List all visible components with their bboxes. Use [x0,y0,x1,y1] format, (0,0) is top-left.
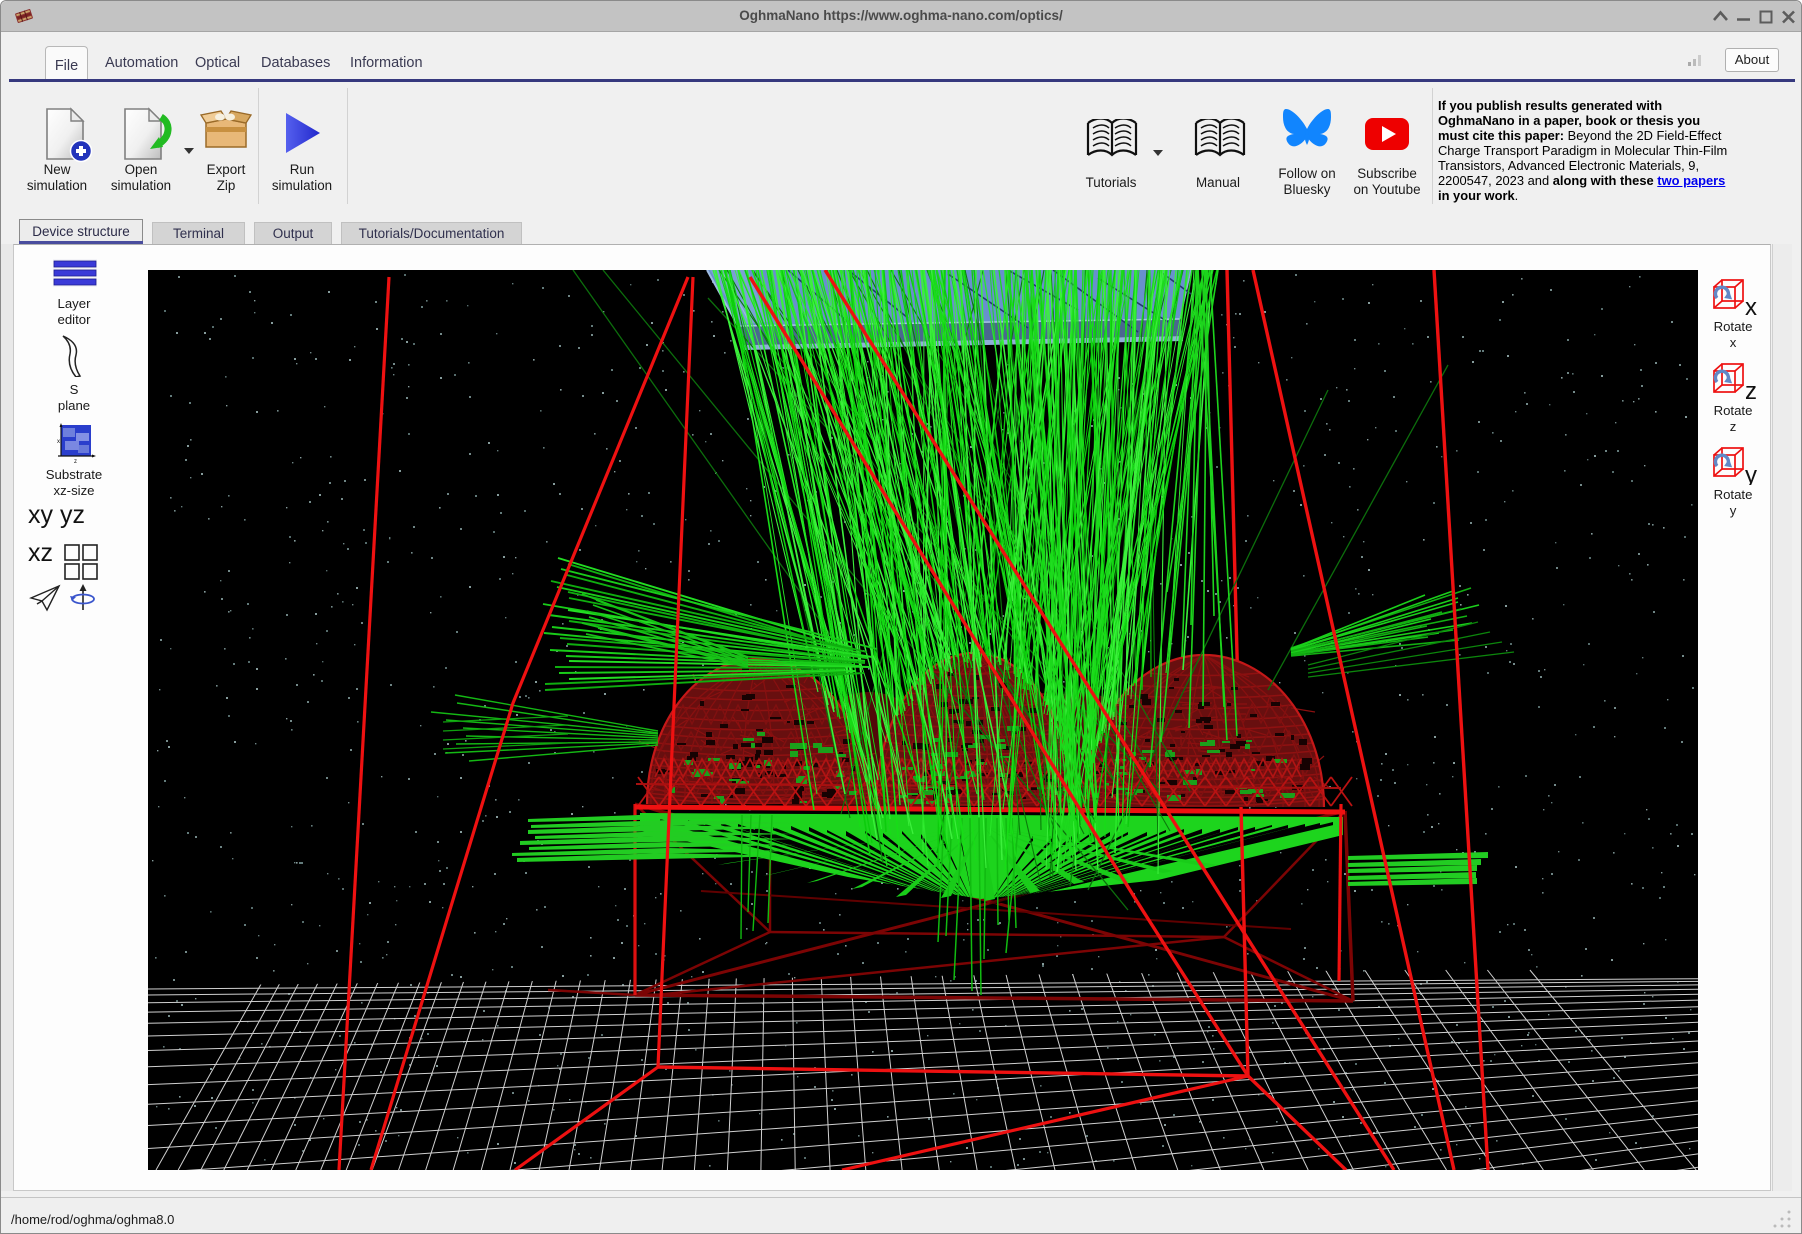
svg-text:z: z [1745,378,1757,401]
svg-text:z: z [74,459,77,463]
svg-text:y: y [1745,462,1757,485]
svg-text:x: x [1745,294,1757,317]
svg-text:x: x [57,439,60,445]
